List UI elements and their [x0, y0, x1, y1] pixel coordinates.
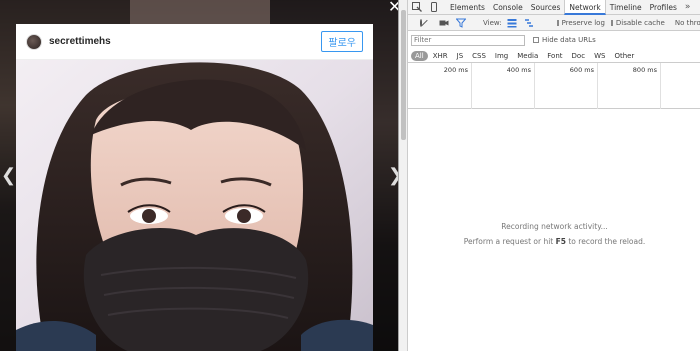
more-tabs-chevron-icon[interactable]: »: [681, 2, 691, 12]
device-mode-icon[interactable]: [429, 2, 439, 12]
filter-input[interactable]: [411, 34, 525, 46]
tab-sources[interactable]: Sources: [527, 0, 565, 15]
large-rows-icon[interactable]: [507, 18, 517, 28]
timeline-tick: 200 ms: [408, 63, 472, 109]
post-header: secrettimehs 팔로우: [16, 24, 373, 60]
throttling-select[interactable]: No throttling: [675, 19, 700, 27]
timeline-tick: 800 ms: [598, 63, 661, 109]
type-filter-xhr[interactable]: XHR: [429, 51, 452, 61]
timeline-tick: 400 ms: [472, 63, 535, 109]
photo-viewer: ❮ ❯ ✕ secrettimehs 팔로우: [0, 0, 398, 351]
empty-state-key: F5: [555, 237, 566, 246]
tab-profiles[interactable]: Profiles: [646, 0, 681, 15]
page-scrollbar[interactable]: [399, 0, 408, 351]
camera-icon[interactable]: [439, 18, 449, 28]
preserve-log-label: Preserve log: [561, 18, 605, 27]
devtools-main: Elements Console Sources Network Timelin…: [408, 0, 700, 351]
tab-elements[interactable]: Elements: [446, 0, 489, 15]
filter-funnel-icon[interactable]: [455, 18, 467, 28]
tab-console[interactable]: Console: [489, 0, 527, 15]
disable-cache-checkbox[interactable]: [610, 19, 613, 26]
hide-data-urls-label: Hide data URLs: [542, 36, 596, 44]
devtools-panel: Elements Console Sources Network Timelin…: [398, 0, 700, 351]
tab-timeline[interactable]: Timeline: [606, 0, 646, 15]
waterfall-overview-icon[interactable]: [524, 18, 534, 28]
post-photo[interactable]: [16, 60, 373, 351]
type-filter-font[interactable]: Font: [543, 51, 566, 61]
type-filter-css[interactable]: CSS: [468, 51, 490, 61]
scrollbar-thumb[interactable]: [401, 10, 406, 140]
hide-data-urls-checkbox[interactable]: [533, 37, 539, 43]
devtools-tabbar: Elements Console Sources Network Timelin…: [408, 0, 700, 15]
timeline-tick-label: 200 ms: [443, 66, 468, 74]
resource-type-filter: All XHR JS CSS Img Media Font Doc WS Oth…: [408, 49, 700, 63]
empty-state-text: Perform a request or hit: [463, 237, 556, 246]
network-overview-timeline[interactable]: 200 ms 400 ms 600 ms 800 ms: [408, 63, 700, 109]
timeline-tick-label: 800 ms: [632, 66, 657, 74]
empty-state-line2: Perform a request or hit F5 to record th…: [408, 234, 700, 249]
avatar[interactable]: [26, 33, 42, 50]
timeline-tick: 600 ms: [535, 63, 598, 109]
network-empty-state: Recording network activity... Perform a …: [408, 219, 700, 249]
selfie-photo: [16, 60, 373, 351]
disable-cache-label: Disable cache: [615, 18, 665, 27]
timeline-tick-label: 400 ms: [506, 66, 531, 74]
type-filter-other[interactable]: Other: [610, 51, 638, 61]
filter-row: Hide data URLs: [408, 33, 700, 47]
tab-network[interactable]: Network: [564, 0, 606, 15]
timeline-tick-label: 600 ms: [569, 66, 594, 74]
inspect-element-icon[interactable]: [412, 2, 422, 12]
preserve-log-checkbox[interactable]: [556, 19, 559, 26]
empty-state-line1: Recording network activity...: [501, 222, 608, 231]
clear-button[interactable]: [420, 18, 422, 27]
type-filter-media[interactable]: Media: [513, 51, 542, 61]
post-card: secrettimehs 팔로우: [16, 24, 373, 351]
chevron-left-icon[interactable]: ❮: [1, 166, 16, 184]
type-filter-doc[interactable]: Doc: [568, 51, 590, 61]
close-icon[interactable]: ✕: [388, 0, 398, 16]
follow-button[interactable]: 팔로우: [321, 31, 363, 52]
network-toolbar: View: Preserve log Disable cache No thro…: [408, 15, 700, 31]
username-link[interactable]: secrettimehs: [49, 36, 111, 47]
type-filter-ws[interactable]: WS: [590, 51, 609, 61]
chevron-right-icon[interactable]: ❯: [388, 166, 398, 184]
type-filter-js[interactable]: JS: [453, 51, 468, 61]
view-label: View:: [483, 18, 502, 27]
type-filter-img[interactable]: Img: [491, 51, 512, 61]
type-filter-all[interactable]: All: [411, 50, 428, 61]
empty-state-text: to record the reload.: [565, 237, 646, 246]
